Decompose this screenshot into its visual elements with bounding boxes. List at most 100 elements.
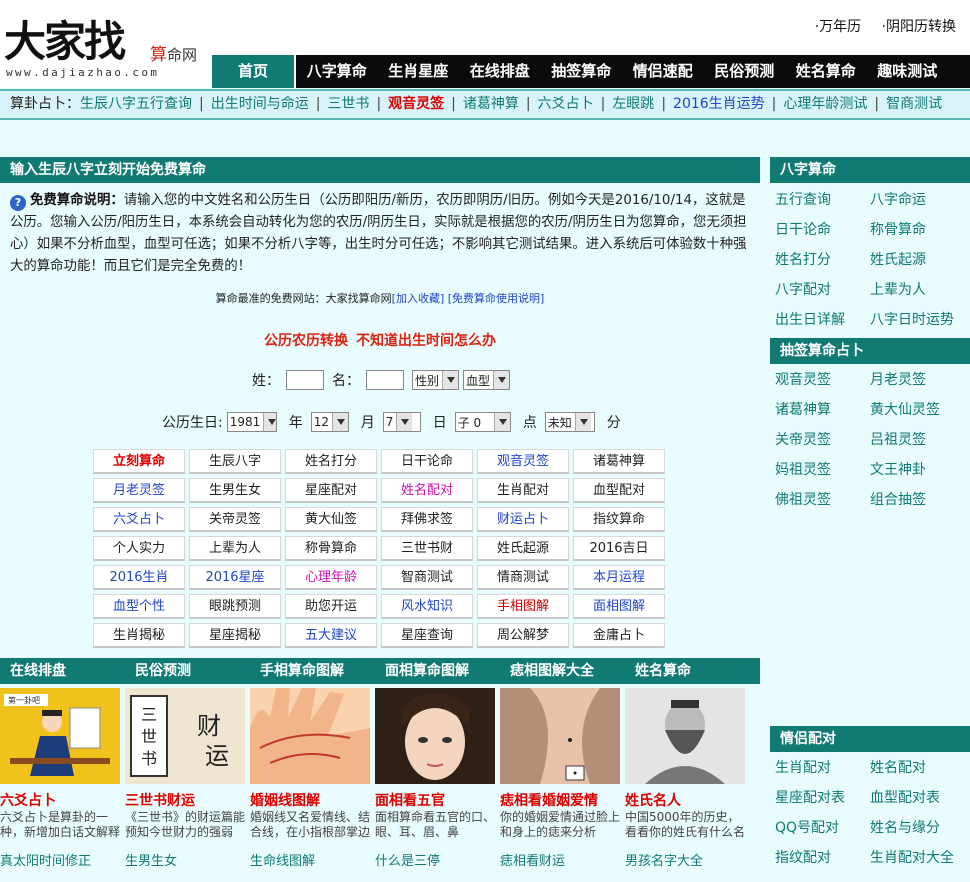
card-image[interactable]	[500, 688, 620, 784]
subbar-link[interactable]: 三世书	[327, 96, 369, 112]
sidebar-link[interactable]: 日干论命	[775, 215, 870, 245]
function-button[interactable]: 2016吉日	[573, 536, 665, 561]
card-extra-link[interactable]: 真太阳时间修正	[0, 850, 120, 869]
nav-item[interactable]: 民俗预测	[704, 55, 786, 88]
card-extra-link[interactable]: 生男生女	[125, 850, 245, 869]
function-button[interactable]: 生肖揭秘	[93, 623, 185, 648]
card-sanshishu[interactable]: 三 世 书 财 运 三世书财运 《三世书》的财运篇能预知今世财力的强弱 生男生女	[125, 688, 245, 869]
nav-item[interactable]: 趣味测试	[867, 55, 949, 88]
function-button[interactable]: 风水知识	[381, 594, 473, 619]
sidebar-link[interactable]: 吕祖灵签	[870, 425, 965, 455]
sidebar-link[interactable]: 称骨算命	[870, 215, 965, 245]
function-button[interactable]: 观音灵签	[477, 449, 569, 474]
day-select[interactable]: 7	[382, 412, 421, 432]
function-button[interactable]: 个人实力	[93, 536, 185, 561]
function-button[interactable]: 生肖配对	[477, 478, 569, 503]
function-button[interactable]: 六爻占卜	[93, 507, 185, 532]
unknown-birthtime-link[interactable]: 不知道出生时间怎么办	[356, 333, 496, 349]
function-button[interactable]: 姓名打分	[285, 449, 377, 474]
subbar-link[interactable]: 出生时间与命运	[211, 96, 309, 112]
function-button[interactable]: 星座配对	[285, 478, 377, 503]
gender-select[interactable]: 性别	[412, 370, 460, 390]
function-button[interactable]: 月老灵签	[93, 478, 185, 503]
sidebar-link[interactable]: 生肖配对大全	[870, 843, 965, 873]
sidebar-link[interactable]: 五行查询	[775, 185, 870, 215]
nav-item[interactable]: 情侣速配	[622, 55, 704, 88]
card-image[interactable]	[250, 688, 370, 784]
card-title[interactable]: 婚姻线图解	[250, 790, 370, 810]
sidebar-link[interactable]: 上辈为人	[870, 275, 965, 305]
subbar-link[interactable]: 观音灵签	[388, 96, 444, 112]
usage-guide-link[interactable]: [免费算命使用说明]	[448, 292, 545, 305]
function-button[interactable]: 立刻算命	[93, 449, 185, 474]
sidebar-link[interactable]: 佛祖灵签	[775, 485, 870, 515]
function-button[interactable]: 2016星座	[189, 565, 281, 590]
nav-item-home[interactable]: 首页	[212, 55, 296, 88]
nav-item[interactable]: 八字算命	[296, 55, 378, 88]
card-image[interactable]: 第一卦吧	[0, 688, 120, 784]
function-button[interactable]: 黄大仙签	[285, 507, 377, 532]
card-extra-link[interactable]: 男孩名字大全	[625, 850, 745, 869]
card-title[interactable]: 三世书财运	[125, 790, 245, 810]
card-title[interactable]: 姓氏名人	[625, 790, 745, 810]
function-button[interactable]: 周公解梦	[477, 623, 569, 648]
function-button[interactable]: 2016生肖	[93, 565, 185, 590]
function-button[interactable]: 面相图解	[573, 594, 665, 619]
function-button[interactable]: 三世书财	[381, 536, 473, 561]
year-select[interactable]: 1981	[226, 412, 277, 432]
minute-select[interactable]: 未知	[544, 412, 595, 432]
card-facial-features[interactable]: 面相看五官 面相算命看五官的口、眼、耳、眉、鼻 什么是三停	[375, 688, 495, 869]
sidebar-link[interactable]: 关帝灵签	[775, 425, 870, 455]
function-button[interactable]: 五大建议	[285, 623, 377, 648]
sidebar-link[interactable]: 文王神卦	[870, 455, 965, 485]
tab-palmistry[interactable]: 手相算命图解	[250, 658, 375, 684]
tab-folk-prediction[interactable]: 民俗预测	[125, 658, 250, 684]
card-title[interactable]: 痣相看婚姻爱情	[500, 790, 620, 810]
subbar-link[interactable]: 心理年龄测试	[783, 96, 867, 112]
card-title[interactable]: 面相看五官	[375, 790, 495, 810]
sidebar-link[interactable]: 月老灵签	[870, 365, 965, 395]
tab-online-chart[interactable]: 在线排盘	[0, 658, 125, 684]
sidebar-link[interactable]: 黄大仙灵签	[870, 395, 965, 425]
subbar-link[interactable]: 诸葛神算	[463, 96, 519, 112]
calendar-convert-link[interactable]: 公历农历转换	[264, 333, 348, 349]
nav-item[interactable]: 抽签算命	[541, 55, 623, 88]
card-marriage-line[interactable]: 婚姻线图解 婚姻线又名爱情线、结合线，在小指根部掌边 生命线图解	[250, 688, 370, 869]
nav-item[interactable]: 在线排盘	[459, 55, 541, 88]
subbar-link[interactable]: 生辰八字五行查询	[80, 96, 192, 112]
card-extra-link[interactable]: 痣相看财运	[500, 850, 620, 869]
function-button[interactable]: 称骨算命	[285, 536, 377, 561]
sidebar-link[interactable]: 八字命运	[870, 185, 965, 215]
card-image[interactable]	[375, 688, 495, 784]
function-button[interactable]: 心理年龄	[285, 565, 377, 590]
sidebar-link[interactable]: 姓名与缘分	[870, 813, 965, 843]
function-button[interactable]: 生辰八字	[189, 449, 281, 474]
card-liuyao[interactable]: 第一卦吧 六爻占卜 六爻占卜是算卦的一种，新增加白话文解释 真太阳时间修正	[0, 688, 120, 869]
card-extra-link[interactable]: 生命线图解	[250, 850, 370, 869]
surname-input[interactable]	[286, 370, 324, 390]
hour-select[interactable]: 子 0	[454, 412, 511, 432]
card-extra-link[interactable]: 什么是三停	[375, 850, 495, 869]
month-select[interactable]: 12	[310, 412, 349, 432]
sidebar-link[interactable]: 诸葛神算	[775, 395, 870, 425]
function-button[interactable]: 生男生女	[189, 478, 281, 503]
given-name-input[interactable]	[366, 370, 404, 390]
sidebar-link[interactable]: 观音灵签	[775, 365, 870, 395]
tab-mole-reading[interactable]: 痣相图解大全	[500, 658, 625, 684]
function-button[interactable]: 指纹算命	[573, 507, 665, 532]
site-logo[interactable]: 大家找 算命网 www.dajiazhao.com	[4, 8, 210, 84]
function-button[interactable]: 上辈为人	[189, 536, 281, 561]
function-button[interactable]: 智商测试	[381, 565, 473, 590]
sidebar-link[interactable]: 指纹配对	[775, 843, 870, 873]
sidebar-link[interactable]: 八字配对	[775, 275, 870, 305]
sidebar-link[interactable]: 出生日详解	[775, 305, 870, 335]
card-mole-love[interactable]: 痣相看婚姻爱情 你的婚姻爱情通过脸上和身上的痣来分析 痣相看财运	[500, 688, 620, 869]
function-button[interactable]: 日干论命	[381, 449, 473, 474]
tab-name-fortune[interactable]: 姓名算命	[625, 658, 750, 684]
function-button[interactable]: 诸葛神算	[573, 449, 665, 474]
function-button[interactable]: 关帝灵签	[189, 507, 281, 532]
function-button[interactable]: 姓氏起源	[477, 536, 569, 561]
sidebar-link[interactable]: 八字日时运势	[870, 305, 965, 335]
sidebar-link[interactable]: 血型配对表	[870, 783, 965, 813]
sidebar-link[interactable]: 星座配对表	[775, 783, 870, 813]
